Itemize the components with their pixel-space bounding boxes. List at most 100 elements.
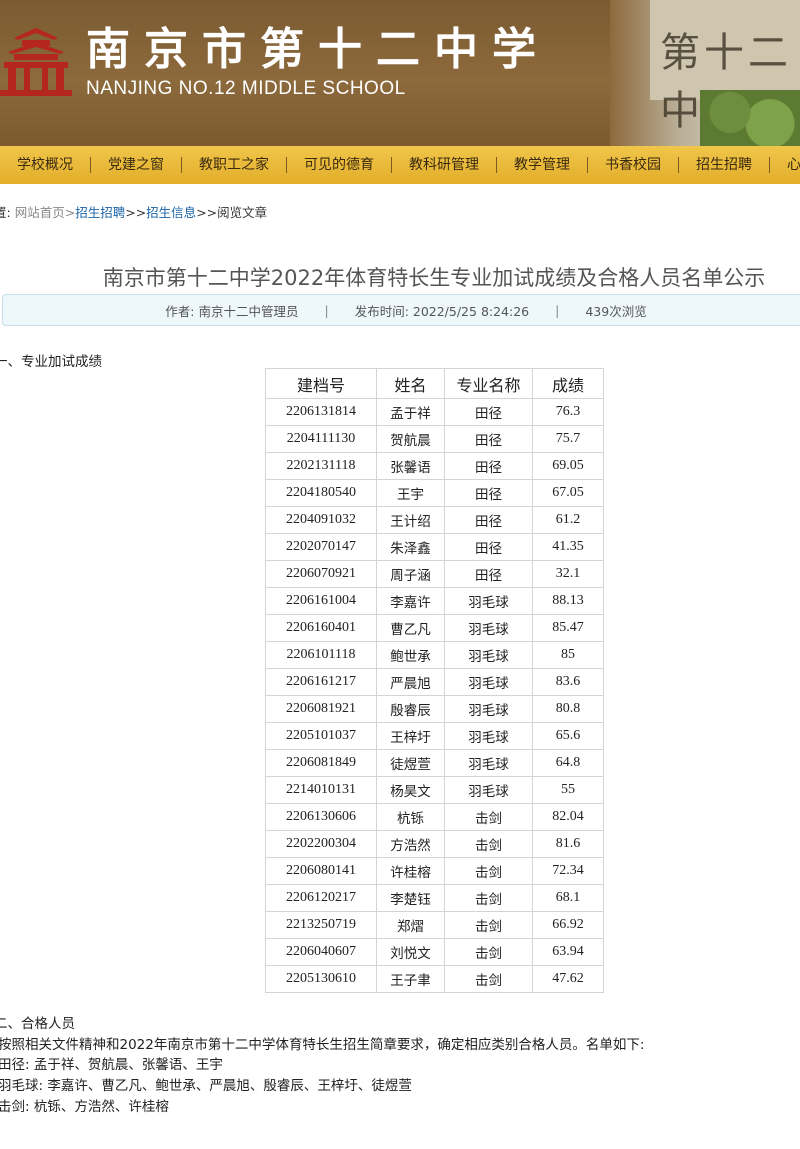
cell-file-no: 2206101118	[265, 641, 377, 669]
cell-score: 41.35	[532, 533, 604, 561]
cell-name: 张馨语	[376, 452, 445, 480]
cell-specialty: 羽毛球	[444, 641, 533, 669]
nav-item-staff-home[interactable]: 教职工之家	[182, 157, 287, 173]
cell-score: 68.1	[532, 884, 604, 912]
table-row: 2213250719 郑熠 击剑 66.92	[265, 911, 604, 939]
cell-specialty: 羽毛球	[444, 614, 533, 642]
cell-file-no: 2205101037	[265, 722, 377, 750]
article-publish-time: 发布时间: 2022/5/25 8:24:26	[354, 303, 530, 319]
breadcrumb-current: 阅览文章	[217, 205, 268, 220]
table-row: 2206081921 殷睿辰 羽毛球 80.8	[265, 695, 604, 723]
school-name-en: NANJING NO.12 MIDDLE SCHOOL	[86, 78, 406, 99]
cell-score: 81.6	[532, 830, 604, 858]
cell-score: 76.3	[532, 398, 604, 426]
cell-specialty: 羽毛球	[444, 749, 533, 777]
nav-item-teaching[interactable]: 教学管理	[497, 157, 588, 173]
qualified-badminton-list: 羽毛球: 李嘉许、曹乙凡、鲍世承、严晨旭、殷睿辰、王梓圩、徒煜萱	[0, 1078, 412, 1094]
cell-name: 王子聿	[376, 965, 445, 993]
cell-file-no: 2204091032	[265, 506, 377, 534]
breadcrumb-admission-info-link[interactable]: 招生信息	[146, 205, 196, 220]
cell-specialty: 羽毛球	[444, 722, 533, 750]
cell-name: 刘悦文	[376, 938, 445, 966]
cell-file-no: 2206081921	[265, 695, 377, 723]
cell-score: 63.94	[532, 938, 604, 966]
photo-trees	[700, 90, 800, 146]
nav-item-party-building[interactable]: 党建之窗	[91, 157, 182, 173]
cell-specialty: 田径	[444, 560, 533, 588]
cell-score: 55	[532, 776, 604, 804]
cell-specialty: 羽毛球	[444, 695, 533, 723]
meta-separator: |	[324, 302, 329, 318]
column-header-name: 姓名	[376, 368, 445, 399]
table-row: 2206080141 许桂榕 击剑 72.34	[265, 857, 604, 885]
qualified-fencing-list: 击剑: 杭铄、方浩然、许桂榕	[0, 1099, 169, 1115]
table-row: 2205130610 王子聿 击剑 47.62	[265, 965, 604, 993]
article-author: 作者: 南京十二中管理员	[165, 303, 299, 319]
cell-name: 郑熠	[376, 911, 445, 939]
cell-name: 王梓圩	[376, 722, 445, 750]
cell-file-no: 2213250719	[265, 911, 377, 939]
cell-file-no: 2205130610	[265, 965, 377, 993]
cell-name: 李楚钰	[376, 884, 445, 912]
cell-file-no: 2206161217	[265, 668, 377, 696]
cell-file-no: 2202131118	[265, 452, 377, 480]
cell-score: 64.8	[532, 749, 604, 777]
school-name-cn: 南京市第十二中学	[86, 24, 550, 75]
cell-score: 65.6	[532, 722, 604, 750]
article-view-count: 439次浏览	[585, 303, 647, 319]
cell-specialty: 田径	[444, 533, 533, 561]
cell-specialty: 羽毛球	[444, 668, 533, 696]
nav-item-campus[interactable]: 书香校园	[588, 157, 679, 173]
breadcrumb-separator: >>	[125, 205, 147, 220]
cell-score: 82.04	[532, 803, 604, 831]
campus-photo: 第十二中	[610, 0, 800, 146]
cell-specialty: 田径	[444, 452, 533, 480]
nav-item-moral-education[interactable]: 可见的德育	[287, 157, 392, 173]
table-row: 2206070921 周子涵 田径 32.1	[265, 560, 604, 588]
cell-name: 杨昊文	[376, 776, 445, 804]
cell-specialty: 击剑	[444, 938, 533, 966]
cell-file-no: 2206161004	[265, 587, 377, 615]
table-row: 2206130606 杭铄 击剑 82.04	[265, 803, 604, 831]
table-row: 2202070147 朱泽鑫 田径 41.35	[265, 533, 604, 561]
table-row: 2205101037 王梓圩 羽毛球 65.6	[265, 722, 604, 750]
table-row: 2204091032 王计绍 田径 61.2	[265, 506, 604, 534]
cell-file-no: 2206160401	[265, 614, 377, 642]
section-heading-scores: 一、专业加试成绩	[0, 354, 102, 370]
scores-table-body: 2206131814 孟于祥 田径 76.3 2204111130 贺航晨 田径 75.7 22…	[265, 398, 604, 993]
breadcrumb-prefix: 置:	[0, 205, 11, 220]
table-header-row: 建档号 姓名 专业名称 成绩	[265, 368, 604, 399]
cell-specialty: 击剑	[444, 857, 533, 885]
breadcrumb-home-link[interactable]: 网站首页	[15, 205, 65, 220]
cell-score: 72.34	[532, 857, 604, 885]
nav-item-psychology[interactable]: 心理	[770, 157, 800, 173]
cell-specialty: 羽毛球	[444, 776, 533, 804]
table-row: 2204111130 贺航晨 田径 75.7	[265, 425, 604, 453]
cell-name: 孟于祥	[376, 398, 445, 426]
cell-specialty: 田径	[444, 506, 533, 534]
cell-score: 47.62	[532, 965, 604, 993]
cell-file-no: 2206040607	[265, 938, 377, 966]
nav-item-research[interactable]: 教科研管理	[392, 157, 497, 173]
cell-specialty: 击剑	[444, 911, 533, 939]
cell-file-no: 2204111130	[265, 425, 377, 453]
cell-name: 朱泽鑫	[376, 533, 445, 561]
cell-name: 殷睿辰	[376, 695, 445, 723]
article-meta-bar: 作者: 南京十二中管理员 | 发布时间: 2022/5/25 8:24:26 |…	[2, 294, 800, 326]
breadcrumb-admissions-link[interactable]: 招生招聘	[75, 205, 125, 220]
cell-name: 曹乙凡	[376, 614, 445, 642]
qualified-intro: 按照相关文件精神和2022年南京市第十二中学体育特长生招生简章要求，确定相应类别…	[0, 1037, 645, 1053]
nav-item-school-overview[interactable]: 学校概况	[0, 157, 91, 173]
cell-file-no: 2206131814	[265, 398, 377, 426]
nav-item-admissions[interactable]: 招生招聘	[679, 157, 770, 173]
column-header-file-no: 建档号	[265, 368, 377, 399]
school-gate-logo-icon	[0, 28, 72, 96]
cell-file-no: 2214010131	[265, 776, 377, 804]
cell-name: 杭铄	[376, 803, 445, 831]
cell-file-no: 2202070147	[265, 533, 377, 561]
cell-specialty: 击剑	[444, 830, 533, 858]
cell-score: 83.6	[532, 668, 604, 696]
site-banner: 南京市第十二中学 NANJING NO.12 MIDDLE SCHOOL 第十二…	[0, 0, 800, 146]
cell-name: 贺航晨	[376, 425, 445, 453]
column-header-score: 成绩	[532, 368, 604, 399]
